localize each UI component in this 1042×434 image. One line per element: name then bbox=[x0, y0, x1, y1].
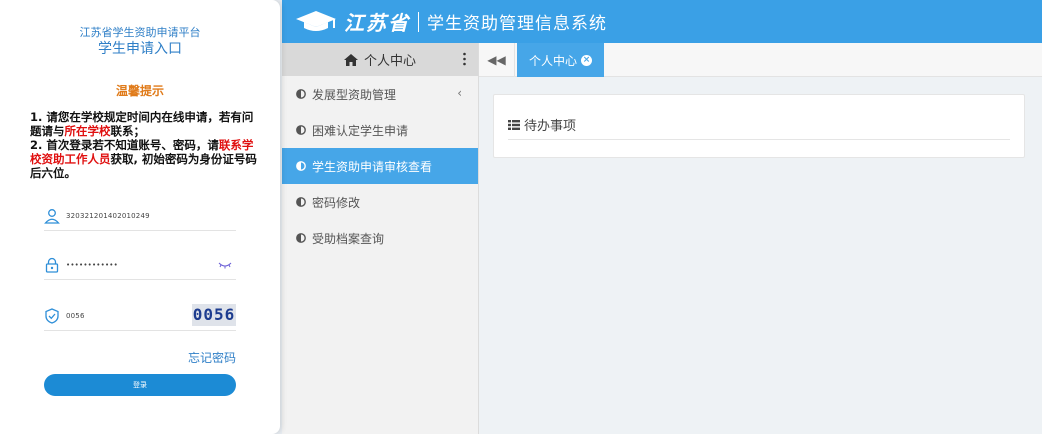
login-button[interactable]: 登录 bbox=[44, 374, 236, 396]
captcha-image[interactable]: 0056 bbox=[192, 304, 236, 326]
card-title: 待办事项 bbox=[524, 119, 577, 134]
tip-title: 温馨提示 bbox=[115, 84, 164, 98]
user-icon bbox=[44, 208, 60, 224]
captcha-field[interactable]: 0056 0056 bbox=[44, 301, 236, 331]
sidebar-title: 个人中心 bbox=[363, 54, 416, 69]
captcha-input-value: 0056 bbox=[66, 311, 85, 320]
tab-personal-center[interactable]: 个人中心 × bbox=[517, 43, 605, 77]
username-value: 320321201402010249 bbox=[66, 211, 150, 220]
sidebar-item-change-password[interactable]: 密码修改 bbox=[282, 184, 478, 220]
more-vertical-icon[interactable] bbox=[463, 52, 466, 66]
notice-text: 联系； bbox=[110, 124, 146, 138]
forgot-password-link[interactable]: 忘记密码 bbox=[188, 349, 236, 366]
brand-divider bbox=[418, 11, 419, 32]
notice-highlight: 所在学校 bbox=[64, 124, 111, 138]
main-content: 待办事项 bbox=[479, 77, 1042, 434]
graduation-cap-icon bbox=[296, 10, 336, 31]
top-header: 江苏省 学生资助管理信息系统 bbox=[282, 0, 1042, 43]
sidebar-item-label: 受助档案查询 bbox=[312, 231, 385, 246]
half-circle-icon bbox=[296, 197, 306, 207]
tab-label: 个人中心 bbox=[529, 53, 578, 68]
sidebar-item-label: 发展型资助管理 bbox=[312, 87, 397, 102]
password-field[interactable]: •••••••••••• bbox=[44, 250, 236, 280]
screen: 江苏省 学生资助管理信息系统 个人中心 发展型资助管理 ‹ 困难认定学生申请 学… bbox=[0, 0, 1042, 434]
sidebar-item-hardship-application[interactable]: 困难认定学生申请 bbox=[282, 112, 478, 148]
sidebar-item-label: 密码修改 bbox=[312, 195, 361, 210]
double-chevron-left-icon[interactable]: ◀◀ bbox=[479, 43, 515, 77]
login-notice: 1. 请您在学校规定时间内在线申请，若有问题请与所在学校联系； 2. 首次登录若… bbox=[30, 110, 260, 180]
shield-check-icon bbox=[45, 307, 59, 324]
app-window: 江苏省 学生资助管理信息系统 个人中心 发展型资助管理 ‹ 困难认定学生申请 学… bbox=[282, 0, 1042, 434]
todo-card: 待办事项 bbox=[493, 94, 1025, 158]
half-circle-icon bbox=[296, 161, 306, 171]
sidebar-item-aid-records[interactable]: 受助档案查询 bbox=[282, 220, 478, 256]
half-circle-icon bbox=[296, 89, 306, 99]
sidebar: 个人中心 发展型资助管理 ‹ 困难认定学生申请 学生资助申请审核查看 密码修改 bbox=[282, 43, 479, 434]
entry-title: 学生申请入口 bbox=[98, 41, 182, 57]
sidebar-item-label: 学生资助申请审核查看 bbox=[312, 159, 433, 174]
close-icon[interactable]: × bbox=[581, 54, 593, 66]
password-value: •••••••••••• bbox=[66, 260, 118, 269]
notice-text: 2. 首次登录若不知道账号、密码，请 bbox=[30, 138, 219, 152]
login-panel: 江苏省学生资助申请平台 学生申请入口 温馨提示 1. 请您在学校规定时间内在线申… bbox=[0, 0, 280, 434]
sidebar-header: 个人中心 bbox=[282, 43, 478, 76]
half-circle-icon bbox=[296, 125, 306, 135]
sidebar-item-development-aid[interactable]: 发展型资助管理 ‹ bbox=[282, 76, 478, 112]
list-icon bbox=[508, 119, 520, 130]
card-header: 待办事项 bbox=[508, 115, 576, 134]
lock-icon bbox=[45, 257, 59, 273]
brand-logo-text: 江苏省 bbox=[344, 11, 410, 35]
card-divider bbox=[508, 139, 1010, 140]
sidebar-item-review-status[interactable]: 学生资助申请审核查看 bbox=[282, 148, 478, 184]
system-title: 学生资助管理信息系统 bbox=[427, 14, 607, 34]
username-field[interactable]: 320321201402010249 bbox=[44, 201, 236, 231]
eye-closed-icon[interactable] bbox=[218, 261, 232, 269]
sidebar-item-label: 困难认定学生申请 bbox=[312, 123, 409, 138]
half-circle-icon bbox=[296, 233, 306, 243]
home-icon bbox=[343, 53, 358, 66]
tab-bar: ◀◀ 个人中心 × bbox=[479, 43, 1042, 77]
chevron-left-icon: ‹ bbox=[457, 86, 462, 100]
